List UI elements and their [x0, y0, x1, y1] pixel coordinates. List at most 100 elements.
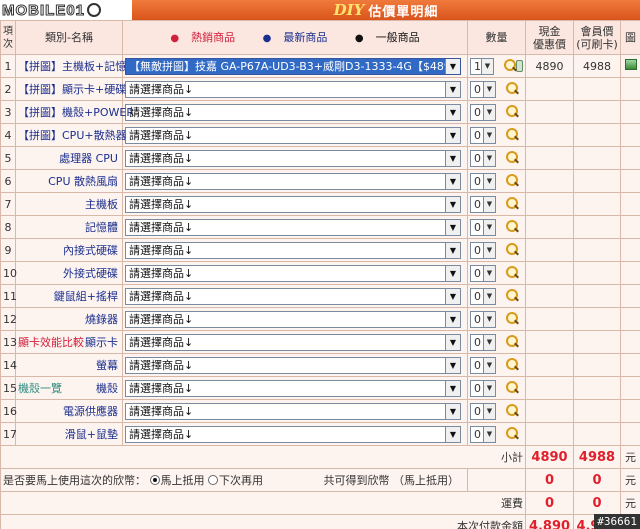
row-index: 15 [0, 376, 17, 400]
quantity-select[interactable]: 0 ▼ [470, 333, 496, 351]
product-select[interactable]: 請選擇商品↓ ▼ [125, 310, 461, 328]
chevron-down-icon[interactable]: ▼ [483, 288, 495, 304]
chevron-down-icon[interactable]: ▼ [445, 334, 460, 350]
chevron-down-icon[interactable]: ▼ [445, 104, 460, 120]
magnifier-icon[interactable] [505, 358, 519, 372]
chevron-down-icon[interactable]: ▼ [483, 403, 495, 419]
magnifier-icon[interactable] [505, 220, 519, 234]
product-select[interactable]: 請選擇商品↓ ▼ [125, 195, 461, 213]
quantity-select[interactable]: 1 ▼ [470, 57, 494, 75]
category-link[interactable]: 機殼一覽 [18, 382, 62, 395]
chevron-down-icon[interactable]: ▼ [483, 426, 495, 442]
magnifier-icon[interactable] [505, 289, 519, 303]
chevron-down-icon[interactable]: ▼ [483, 196, 495, 212]
quantity-select[interactable]: 0 ▼ [470, 149, 496, 167]
magnifier-icon[interactable] [505, 174, 519, 188]
image-icon[interactable] [624, 59, 637, 70]
chevron-down-icon[interactable]: ▼ [481, 58, 493, 74]
table-row: 2 【拼圖】顯示卡+硬碟 請選擇商品↓ ▼ 0 ▼ [0, 77, 640, 101]
quantity-select[interactable]: 0 ▼ [470, 80, 496, 98]
product-cell: 請選擇商品↓ ▼ [122, 376, 468, 400]
quantity-select[interactable]: 0 ▼ [470, 172, 496, 190]
magnifier-icon[interactable] [505, 335, 519, 349]
magnifier-icon[interactable] [505, 404, 519, 418]
chevron-down-icon[interactable]: ▼ [445, 173, 460, 189]
product-select[interactable]: 請選擇商品↓ ▼ [125, 103, 461, 121]
chevron-down-icon[interactable]: ▼ [445, 150, 460, 166]
chevron-down-icon[interactable]: ▼ [483, 380, 495, 396]
chevron-down-icon[interactable]: ▼ [483, 81, 495, 97]
quantity-select[interactable]: 0 ▼ [470, 241, 496, 259]
category-link[interactable]: 顯卡效能比較 [18, 334, 84, 350]
product-select[interactable]: 請選擇商品↓ ▼ [125, 80, 461, 98]
quantity-select[interactable]: 0 ▼ [470, 287, 496, 305]
chevron-down-icon[interactable]: ▼ [483, 311, 495, 327]
quantity-select[interactable]: 0 ▼ [470, 356, 496, 374]
quantity-select[interactable]: 0 ▼ [470, 310, 496, 328]
chevron-down-icon[interactable]: ▼ [445, 58, 460, 74]
magnifier-icon[interactable] [503, 59, 516, 73]
chevron-down-icon[interactable]: ▼ [445, 311, 460, 327]
magnifier-icon[interactable] [505, 128, 519, 142]
chevron-down-icon[interactable]: ▼ [445, 380, 460, 396]
quantity-cell: 0 ▼ [467, 77, 526, 101]
quantity-select[interactable]: 0 ▼ [470, 126, 496, 144]
chevron-down-icon[interactable]: ▼ [483, 242, 495, 258]
chevron-down-icon[interactable]: ▼ [483, 104, 495, 120]
product-select[interactable]: 請選擇商品↓ ▼ [125, 287, 461, 305]
product-select[interactable]: 請選擇商品↓ ▼ [125, 149, 461, 167]
product-select[interactable]: 請選擇商品↓ ▼ [125, 264, 461, 282]
chevron-down-icon[interactable]: ▼ [445, 242, 460, 258]
quantity-select[interactable]: 0 ▼ [470, 218, 496, 236]
product-select[interactable]: 請選擇商品↓ ▼ [125, 356, 461, 374]
magnifier-icon[interactable] [505, 312, 519, 326]
product-select[interactable]: 請選擇商品↓ ▼ [125, 402, 461, 420]
chevron-down-icon[interactable]: ▼ [483, 265, 495, 281]
quantity-select[interactable]: 0 ▼ [470, 103, 496, 121]
chevron-down-icon[interactable]: ▼ [445, 426, 460, 442]
chevron-down-icon[interactable]: ▼ [483, 127, 495, 143]
magnifier-icon[interactable] [505, 197, 519, 211]
chevron-down-icon[interactable]: ▼ [483, 357, 495, 373]
chevron-down-icon[interactable]: ▼ [483, 334, 495, 350]
product-select[interactable]: 請選擇商品↓ ▼ [125, 379, 461, 397]
quantity-select[interactable]: 0 ▼ [470, 379, 496, 397]
magnifier-icon[interactable] [505, 243, 519, 257]
chevron-down-icon[interactable]: ▼ [445, 219, 460, 235]
chevron-down-icon[interactable]: ▼ [445, 288, 460, 304]
chevron-down-icon[interactable]: ▼ [483, 173, 495, 189]
product-select[interactable]: 【無敵拼圖】技嘉 GA-P67A-UD3-B3+威剛D3-1333-4G【$48… [125, 57, 461, 75]
chevron-down-icon[interactable]: ▼ [445, 403, 460, 419]
chevron-down-icon[interactable]: ▼ [483, 219, 495, 235]
quantity-select[interactable]: 0 ▼ [470, 195, 496, 213]
mobile01-logo[interactable]: MOBILE01 [1, 1, 126, 19]
product-select[interactable]: 請選擇商品↓ ▼ [125, 241, 461, 259]
chevron-down-icon[interactable]: ▼ [445, 357, 460, 373]
quantity-select[interactable]: 0 ▼ [470, 402, 496, 420]
coin-next-radio[interactable] [208, 475, 218, 485]
product-select[interactable]: 請選擇商品↓ ▼ [125, 218, 461, 236]
product-select[interactable]: 請選擇商品↓ ▼ [125, 425, 461, 443]
chevron-down-icon[interactable]: ▼ [445, 127, 460, 143]
chevron-down-icon[interactable]: ▼ [445, 265, 460, 281]
magnifier-icon[interactable] [505, 105, 519, 119]
chevron-down-icon[interactable]: ▼ [445, 81, 460, 97]
quantity-select[interactable]: 0 ▼ [470, 264, 496, 282]
cart-icon[interactable] [515, 60, 523, 72]
product-select[interactable]: 請選擇商品↓ ▼ [125, 172, 461, 190]
chevron-down-icon[interactable]: ▼ [445, 196, 460, 212]
magnifier-icon[interactable] [505, 427, 519, 441]
product-select[interactable]: 請選擇商品↓ ▼ [125, 126, 461, 144]
chevron-down-icon[interactable]: ▼ [483, 150, 495, 166]
coin-now-label[interactable]: 馬上抵用 [161, 474, 205, 487]
magnifier-icon[interactable] [505, 266, 519, 280]
coin-now-radio[interactable] [149, 475, 160, 485]
row-index: 3 [0, 100, 16, 124]
magnifier-icon[interactable] [505, 381, 519, 395]
magnifier-icon[interactable] [505, 82, 519, 96]
coin-next-label[interactable]: 下次再用 [219, 474, 263, 487]
magnifier-icon[interactable] [505, 151, 519, 165]
quantity-value: 0 [474, 266, 481, 280]
product-select[interactable]: 請選擇商品↓ ▼ [125, 333, 461, 351]
quantity-select[interactable]: 0 ▼ [470, 425, 496, 443]
